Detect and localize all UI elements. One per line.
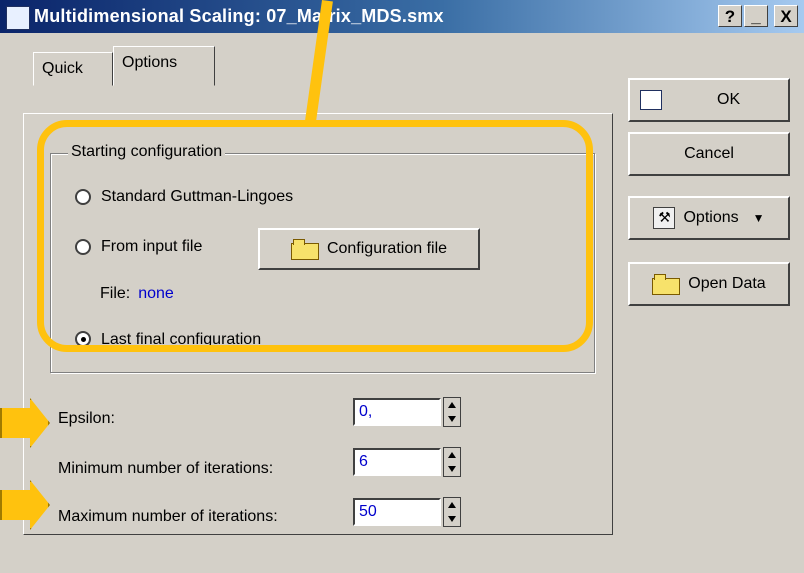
ok-label: OK (717, 91, 741, 108)
max-iterations-input[interactable]: 50 (353, 498, 441, 526)
open-data-button[interactable]: Open Data (628, 262, 790, 306)
open-data-label: Open Data (688, 275, 766, 292)
epsilon-label: Epsilon: (58, 410, 115, 427)
title-bar: Multidimensional Scaling: 07_Matrix_MDS.… (0, 0, 804, 33)
max-iterations-spinner[interactable] (443, 497, 461, 527)
annotation-highlight (37, 120, 593, 352)
cancel-button[interactable]: Cancel (628, 132, 790, 176)
tab-quick[interactable]: Quick (33, 52, 113, 86)
options-menu-button[interactable]: ⚒ Options ▼ (628, 196, 790, 240)
folder-icon (652, 274, 681, 295)
min-iterations-label: Minimum number of iterations: (58, 460, 274, 477)
ok-button[interactable]: OK (628, 78, 790, 122)
cancel-label: Cancel (684, 145, 734, 162)
close-button[interactable]: X (774, 5, 798, 27)
help-button[interactable]: ? (718, 5, 742, 27)
min-iterations-input[interactable]: 6 (353, 448, 441, 476)
chevron-down-icon: ▼ (752, 211, 765, 225)
window-title: Multidimensional Scaling: 07_Matrix_MDS.… (34, 6, 444, 26)
options-label: Options (683, 209, 739, 226)
tab-options[interactable]: Options (113, 46, 215, 86)
epsilon-spinner[interactable] (443, 397, 461, 427)
max-iterations-label: Maximum number of iterations: (58, 508, 278, 525)
epsilon-input[interactable]: 0, (353, 398, 441, 426)
hammer-icon: ⚒ (653, 207, 676, 229)
table-icon (640, 90, 662, 110)
minimize-button[interactable]: _ (744, 5, 768, 27)
app-icon (6, 6, 30, 30)
min-iterations-spinner[interactable] (443, 447, 461, 477)
